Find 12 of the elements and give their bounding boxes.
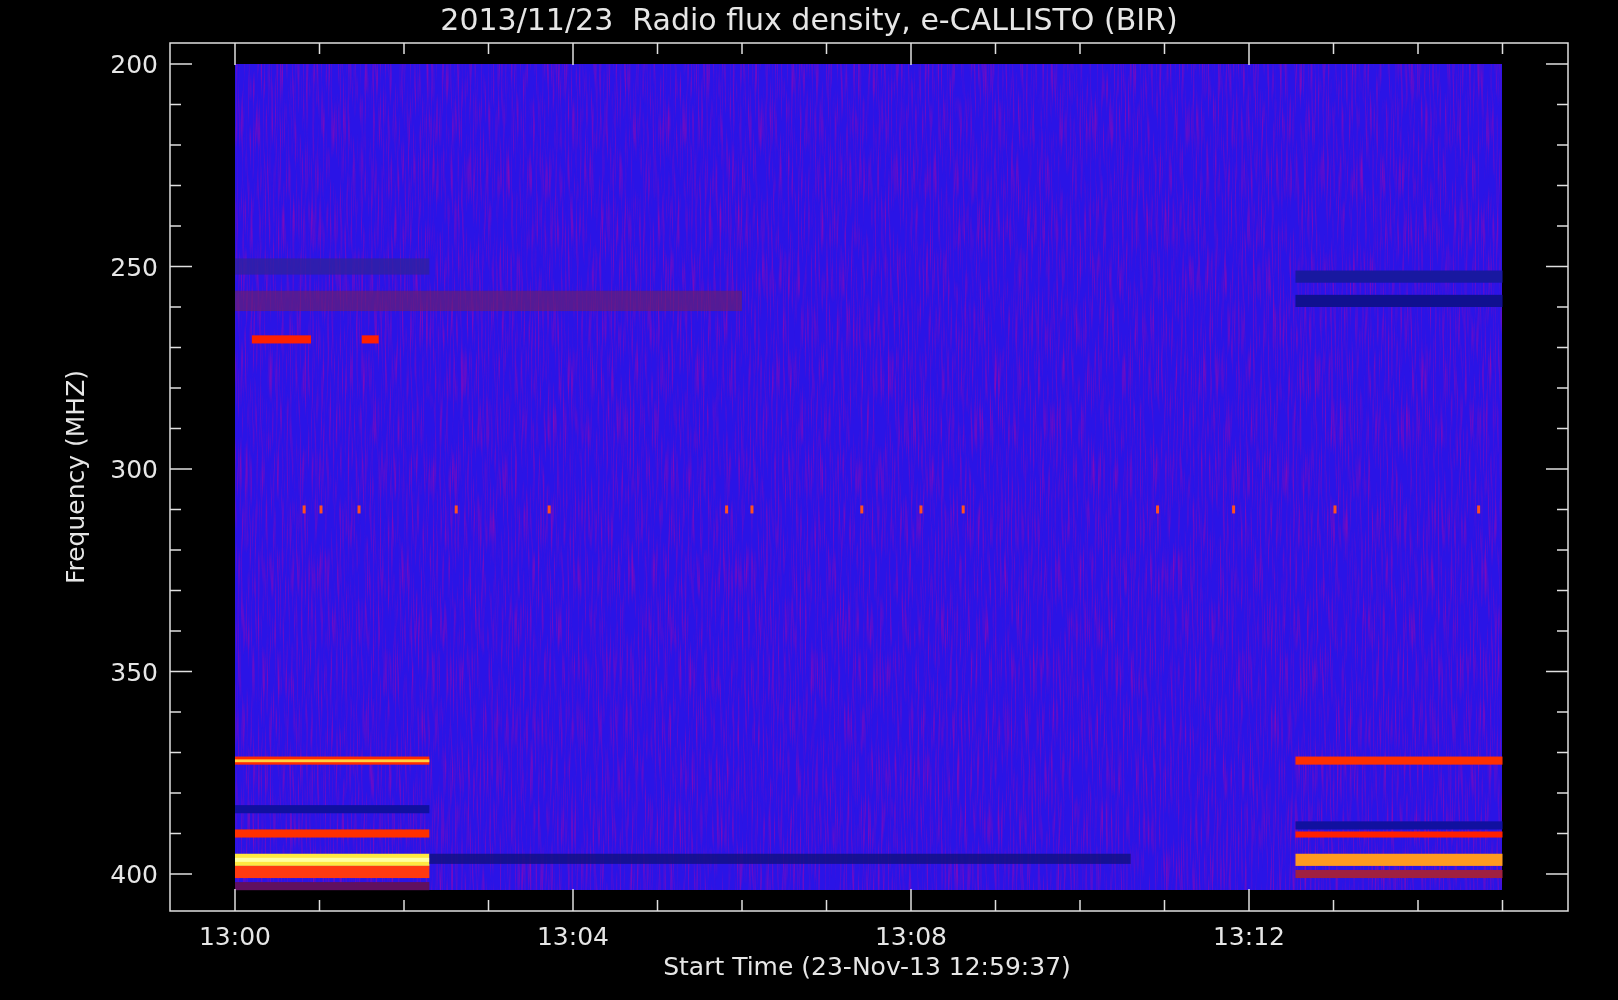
tick-label: 300 xyxy=(110,455,158,484)
tick-label: 13:04 xyxy=(537,922,609,951)
axis-label: Frequency (MHZ) xyxy=(61,369,90,585)
tick-label: 250 xyxy=(110,252,158,282)
tick-label: 350 xyxy=(110,657,158,687)
tick-label: 13:00 xyxy=(199,922,271,951)
tick-label: 400 xyxy=(110,860,158,889)
axis-label: Start Time (23-Nov-13 12:59:37) xyxy=(663,952,1071,981)
tick-label: 13:12 xyxy=(1213,922,1285,951)
chart-title: 2013/11/23 Radio flux density, e-CALLISTO (BIR) xyxy=(440,2,1178,37)
tick-label: 200 xyxy=(110,50,158,79)
tick-label: 13:08 xyxy=(875,922,947,951)
